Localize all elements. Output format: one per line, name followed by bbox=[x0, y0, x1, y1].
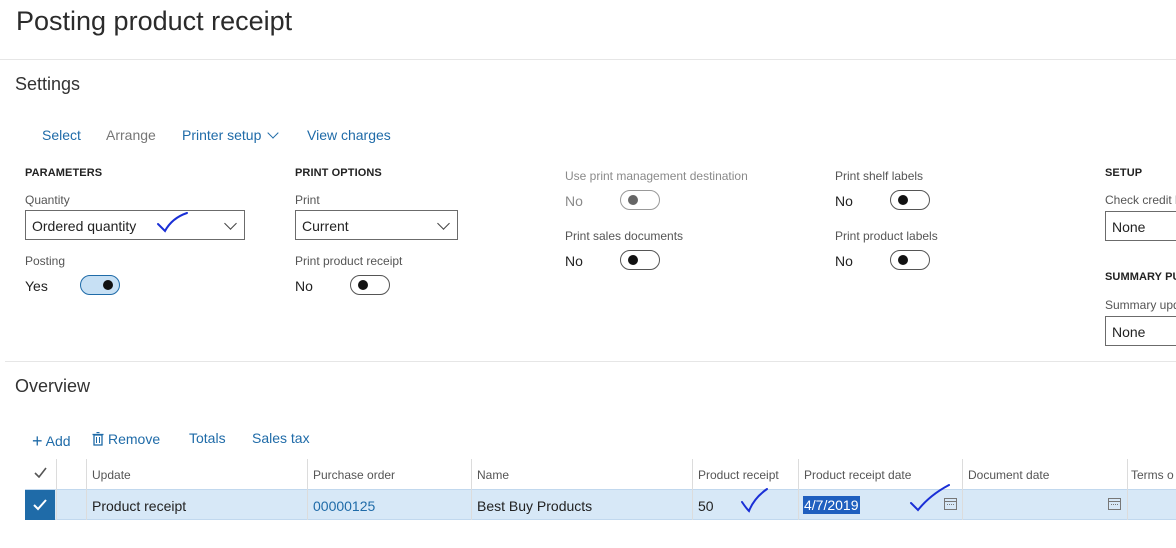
toggle-knob bbox=[898, 195, 908, 205]
check-credit-label: Check credit l bbox=[1105, 193, 1176, 207]
printer-setup-menu[interactable]: Printer setup bbox=[182, 127, 280, 143]
column-header-product-receipt-date[interactable]: Product receipt date bbox=[804, 468, 911, 482]
toggle-knob bbox=[628, 255, 638, 265]
posting-toggle[interactable] bbox=[80, 275, 120, 295]
parameters-heading: PARAMETERS bbox=[25, 167, 103, 179]
print-product-receipt-value: No bbox=[295, 278, 313, 294]
summary-update-value: None bbox=[1112, 324, 1146, 340]
column-header-name[interactable]: Name bbox=[477, 468, 509, 482]
column-header-purchase-order[interactable]: Purchase order bbox=[313, 468, 395, 482]
posting-label: Posting bbox=[25, 254, 66, 268]
print-product-labels-label: Print product labels bbox=[835, 229, 938, 243]
calendar-icon[interactable] bbox=[944, 498, 957, 510]
checkmark-annotation-icon bbox=[157, 212, 188, 233]
summary-heading: SUMMARY PU bbox=[1105, 271, 1176, 283]
arrange-button[interactable]: Arrange bbox=[106, 127, 156, 143]
use-print-management-label: Use print management destination bbox=[565, 169, 748, 183]
toggle-knob bbox=[898, 255, 908, 265]
print-shelf-labels-label: Print shelf labels bbox=[835, 169, 924, 183]
print-product-receipt-toggle[interactable] bbox=[350, 275, 390, 295]
chevron-down-icon bbox=[224, 217, 237, 230]
column-separator bbox=[307, 489, 308, 520]
totals-button[interactable]: Totals bbox=[189, 430, 226, 446]
view-charges-button[interactable]: View charges bbox=[307, 127, 391, 143]
column-separator bbox=[692, 489, 693, 520]
settings-divider bbox=[5, 361, 1176, 362]
setup-heading: SETUP bbox=[1105, 167, 1143, 179]
print-shelf-labels-toggle[interactable] bbox=[890, 190, 930, 210]
column-separator bbox=[471, 489, 472, 520]
column-separator bbox=[1127, 489, 1128, 520]
select-all-check-icon[interactable] bbox=[34, 467, 47, 478]
column-separator bbox=[86, 489, 87, 520]
check-credit-value: None bbox=[1112, 219, 1146, 235]
toggle-knob bbox=[358, 280, 368, 290]
column-header-product-receipt[interactable]: Product receipt bbox=[698, 468, 779, 482]
page-title: Posting product receipt bbox=[16, 6, 293, 36]
toggle-knob bbox=[628, 195, 638, 205]
calendar-icon[interactable] bbox=[1108, 498, 1121, 510]
column-separator bbox=[56, 489, 57, 520]
quantity-value: Ordered quantity bbox=[32, 218, 137, 234]
cell-product-receipt-date-input[interactable]: 4/7/2019 bbox=[803, 496, 860, 514]
row-select-checkbox[interactable] bbox=[25, 490, 55, 520]
chevron-down-icon bbox=[267, 127, 280, 139]
print-sales-documents-toggle[interactable] bbox=[620, 250, 660, 270]
summary-update-select[interactable]: None bbox=[1105, 316, 1176, 346]
cell-update[interactable]: Product receipt bbox=[92, 498, 186, 514]
product-receipt-date-value: 4/7/2019 bbox=[803, 496, 860, 514]
cell-name[interactable]: Best Buy Products bbox=[477, 498, 592, 514]
print-product-labels-toggle[interactable] bbox=[890, 250, 930, 270]
cell-purchase-order-link[interactable]: 00000125 bbox=[313, 498, 375, 514]
print-options-heading: PRINT OPTIONS bbox=[295, 167, 382, 179]
print-sales-documents-value: No bbox=[565, 253, 583, 269]
print-shelf-labels-value: No bbox=[835, 193, 853, 209]
check-icon bbox=[33, 499, 47, 511]
print-label: Print bbox=[295, 193, 320, 207]
plus-icon: + bbox=[32, 431, 43, 451]
check-credit-select[interactable]: None bbox=[1105, 211, 1176, 241]
column-header-update[interactable]: Update bbox=[92, 468, 131, 482]
add-button[interactable]: + Add bbox=[32, 430, 71, 451]
trash-icon bbox=[92, 431, 104, 446]
column-header-terms[interactable]: Terms o bbox=[1131, 468, 1176, 482]
summary-update-label: Summary upd bbox=[1105, 298, 1176, 312]
print-value: Current bbox=[302, 218, 349, 234]
table-row[interactable] bbox=[25, 489, 1176, 520]
quantity-label: Quantity bbox=[25, 193, 70, 207]
title-divider bbox=[0, 59, 1176, 60]
column-separator bbox=[798, 489, 799, 520]
remove-label: Remove bbox=[108, 431, 161, 447]
add-label: Add bbox=[45, 433, 71, 449]
toggle-knob bbox=[103, 280, 113, 290]
print-sales-documents-label: Print sales documents bbox=[565, 229, 684, 243]
print-select[interactable]: Current bbox=[295, 210, 458, 240]
use-print-management-toggle[interactable] bbox=[620, 190, 660, 210]
select-button[interactable]: Select bbox=[42, 127, 81, 143]
sales-tax-button[interactable]: Sales tax bbox=[252, 430, 310, 446]
quantity-select[interactable]: Ordered quantity bbox=[25, 210, 245, 240]
checkmark-annotation-icon bbox=[741, 488, 768, 513]
remove-button[interactable]: Remove bbox=[92, 430, 160, 447]
print-product-receipt-label: Print product receipt bbox=[295, 254, 403, 268]
printer-setup-label: Printer setup bbox=[182, 127, 262, 143]
use-print-management-value: No bbox=[565, 193, 583, 209]
posting-value: Yes bbox=[25, 278, 48, 294]
print-product-labels-value: No bbox=[835, 253, 853, 269]
overview-section-title: Overview bbox=[15, 376, 91, 396]
column-separator bbox=[962, 489, 963, 520]
chevron-down-icon bbox=[437, 217, 450, 230]
settings-section-title: Settings bbox=[15, 74, 81, 94]
column-header-document-date[interactable]: Document date bbox=[968, 468, 1049, 482]
cell-product-receipt[interactable]: 50 bbox=[698, 498, 714, 514]
